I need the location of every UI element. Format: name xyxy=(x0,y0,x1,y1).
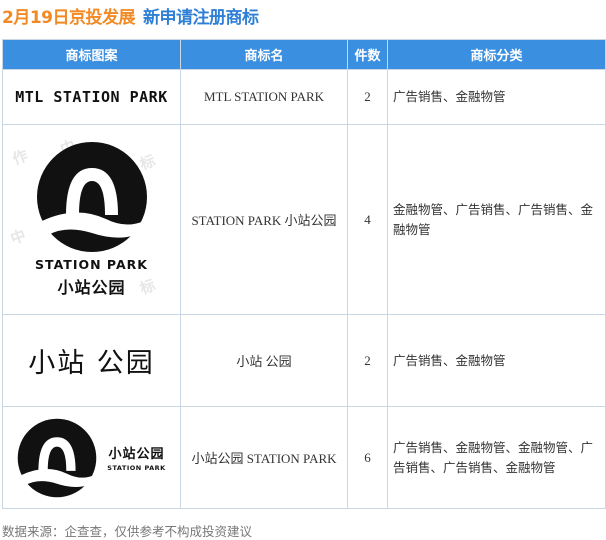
trademark-count: 6 xyxy=(347,406,388,509)
trademark-logo-cell: MTL STATION PARK xyxy=(2,69,181,125)
trademark-classes: 广告销售、金融物管 xyxy=(387,69,606,125)
trademark-name: 小站 公园 xyxy=(180,314,348,407)
logo-english-text: STATION PARK xyxy=(35,257,148,272)
logo-wordmark: 小站 公园 xyxy=(28,348,155,379)
trademark-name: STATION PARK 小站公园 xyxy=(180,124,348,315)
subject-title: 新申请注册商标 xyxy=(143,7,259,28)
table-row: 小站公园 STATION PARK 小站公园 STATION PARK 6 广告… xyxy=(2,406,606,509)
table-row: 作 中 标 中 标 STATION PARK 小站公园 xyxy=(2,124,606,315)
trademark-logo-cell: 作 中 标 中 标 STATION PARK 小站公园 xyxy=(2,124,181,315)
table-header-row: 商标图案 商标名 件数 商标分类 xyxy=(2,39,606,70)
table-row: MTL STATION PARK MTL STATION PARK 2 广告销售… xyxy=(2,69,606,125)
trademark-name: MTL STATION PARK xyxy=(180,69,348,125)
station-park-emblem-icon xyxy=(17,418,97,497)
logo-chinese-text: 小站公园 xyxy=(108,447,165,462)
trademark-count: 2 xyxy=(347,314,388,407)
data-source-note: 数据来源：企查查，仅供参考不构成投资建议 xyxy=(2,524,253,539)
trademark-classes: 广告销售、金融物管、金融物管、广告销售、广告销售、金融物管 xyxy=(387,406,606,509)
report-header: 2月19日京投发展 新申请注册商标 xyxy=(2,2,259,28)
logo-chinese-text: 小站公园 xyxy=(57,278,126,297)
column-header-classes: 商标分类 xyxy=(387,39,606,70)
column-header-name: 商标名 xyxy=(180,39,348,70)
trademark-classes: 金融物管、广告销售、广告销售、金融物管 xyxy=(387,124,606,315)
trademark-logo: STATION PARK 小站公园 xyxy=(3,141,180,298)
trademark-logo-cell: 小站公园 STATION PARK xyxy=(2,406,181,509)
column-header-logo: 商标图案 xyxy=(2,39,181,70)
trademark-table: 商标图案 商标名 件数 商标分类 MTL STATION PARK MTL ST… xyxy=(2,39,606,509)
trademark-classes: 广告销售、金融物管 xyxy=(387,314,606,407)
column-header-count: 件数 xyxy=(347,39,388,70)
logo-wordmark: MTL STATION PARK xyxy=(15,88,168,106)
logo-english-text: STATION PARK xyxy=(107,464,166,472)
station-park-emblem-icon xyxy=(36,142,147,252)
trademark-count: 4 xyxy=(347,124,388,315)
trademark-logo: MTL STATION PARK xyxy=(3,88,180,106)
trademark-count: 2 xyxy=(347,69,388,125)
trademark-logo: 小站 公园 xyxy=(3,341,180,380)
trademark-name: 小站公园 STATION PARK xyxy=(180,406,348,509)
trademark-logo: 小站公园 STATION PARK xyxy=(3,418,180,498)
trademark-logo-cell: 小站 公园 xyxy=(2,314,181,407)
company-date-title: 2月19日京投发展 xyxy=(2,7,136,28)
table-row: 小站 公园 小站 公园 2 广告销售、金融物管 xyxy=(2,314,606,407)
